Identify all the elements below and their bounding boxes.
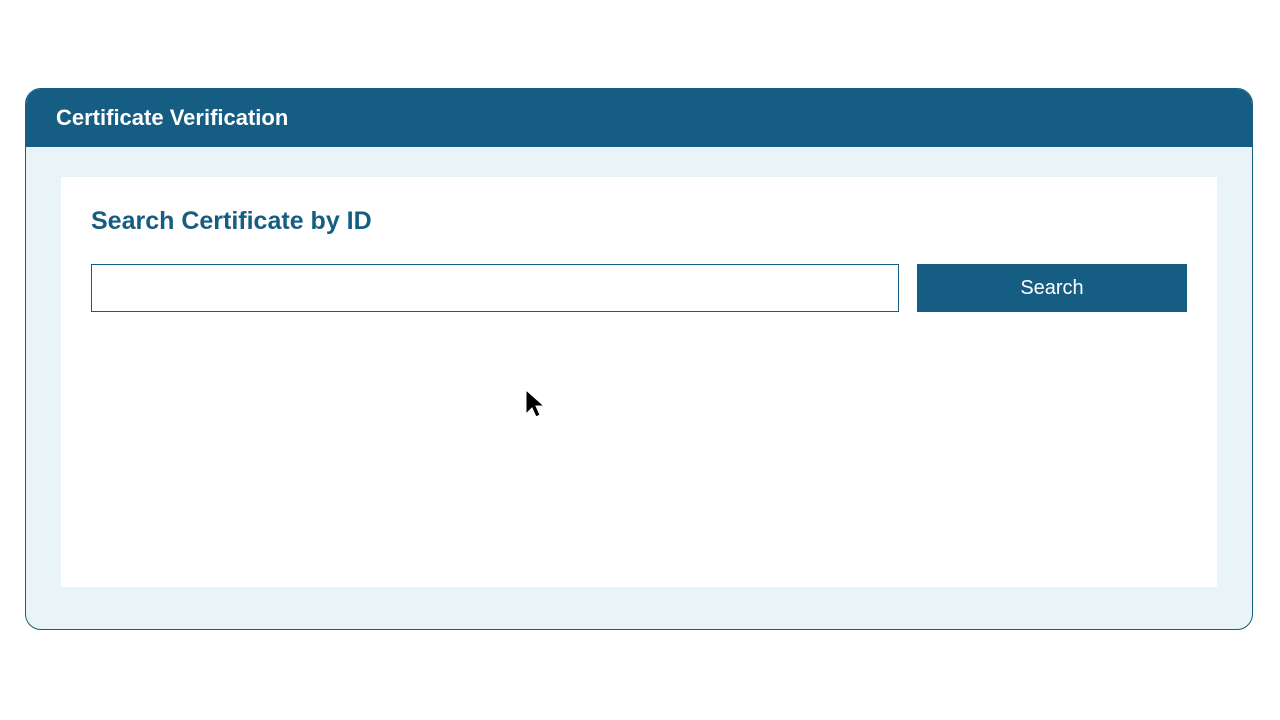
verification-card: Certificate Verification Search Certific… bbox=[25, 88, 1253, 630]
search-button[interactable]: Search bbox=[917, 264, 1187, 312]
search-row: Search bbox=[91, 264, 1187, 312]
certificate-id-input[interactable] bbox=[91, 264, 899, 312]
card-header: Certificate Verification bbox=[26, 89, 1252, 147]
card-body: Search Certificate by ID Search bbox=[26, 147, 1252, 617]
card-header-title: Certificate Verification bbox=[56, 105, 288, 131]
search-section-title: Search Certificate by ID bbox=[91, 207, 1187, 236]
search-panel: Search Certificate by ID Search bbox=[61, 177, 1217, 587]
